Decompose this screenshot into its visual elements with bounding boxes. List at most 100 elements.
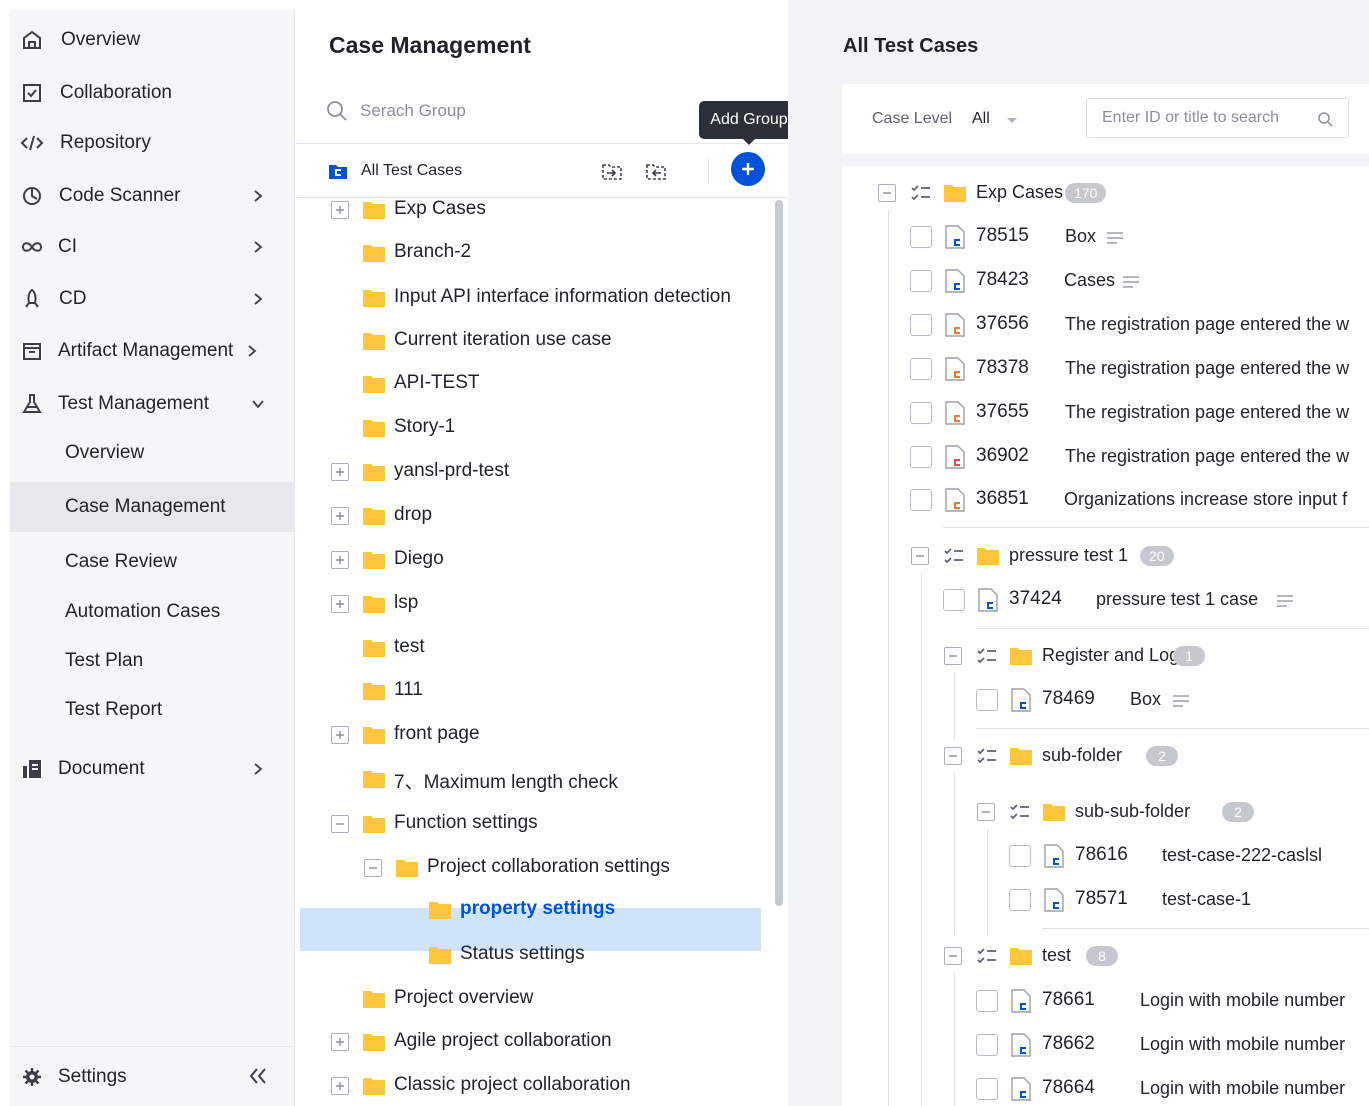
tree-node[interactable]: test bbox=[296, 628, 766, 668]
collapse-icon[interactable] bbox=[331, 815, 349, 833]
expand-icon[interactable] bbox=[331, 1033, 349, 1051]
tree-node[interactable]: Classic project collaboration bbox=[296, 1066, 766, 1106]
tree-node[interactable]: 111 bbox=[296, 671, 766, 711]
sidebar-item-test-management[interactable]: Test Management bbox=[10, 382, 295, 426]
group-name[interactable]: Register and Login bbox=[1042, 645, 1193, 666]
case-checkbox[interactable] bbox=[910, 402, 932, 424]
case-title[interactable]: Login with mobile number bbox=[1140, 1034, 1345, 1055]
collapse-sidebar-icon[interactable] bbox=[248, 1064, 268, 1088]
expand-icon[interactable] bbox=[331, 595, 349, 613]
case-title[interactable]: Box bbox=[1130, 689, 1161, 710]
collapse-icon[interactable] bbox=[911, 547, 929, 565]
tree-node[interactable]: drop bbox=[296, 496, 766, 536]
case-title[interactable]: Login with mobile number bbox=[1140, 1078, 1345, 1099]
case-title[interactable]: The registration page entered the w bbox=[1065, 314, 1349, 335]
case-title[interactable]: The registration page entered the w bbox=[1065, 402, 1349, 423]
case-checkbox[interactable] bbox=[910, 489, 932, 511]
sidebar-item-cd[interactable]: CD bbox=[10, 277, 295, 321]
case-checkbox[interactable] bbox=[910, 314, 932, 336]
case-id[interactable]: 78616 bbox=[1075, 844, 1128, 866]
case-checkbox[interactable] bbox=[910, 226, 932, 248]
case-level-select[interactable]: All bbox=[972, 104, 1032, 134]
case-title[interactable]: pressure test 1 case bbox=[1096, 589, 1258, 610]
collapse-icon[interactable] bbox=[878, 184, 896, 202]
export-group-icon[interactable] bbox=[644, 159, 668, 183]
case-checkbox[interactable] bbox=[976, 1078, 998, 1100]
case-id[interactable]: 37655 bbox=[976, 401, 1029, 423]
case-checkbox[interactable] bbox=[976, 990, 998, 1012]
tree-node[interactable]: Exp Cases bbox=[296, 190, 766, 230]
tree-node[interactable]: front page bbox=[296, 715, 766, 755]
sidebar-subitem-overview[interactable]: Overview bbox=[10, 428, 295, 478]
tree-node[interactable]: Project collaboration settings bbox=[296, 848, 766, 888]
tree-scrollbar[interactable] bbox=[775, 200, 783, 906]
case-id[interactable]: 78571 bbox=[1075, 888, 1128, 910]
case-title[interactable]: Organizations increase store input f bbox=[1064, 489, 1347, 510]
case-id[interactable]: 36851 bbox=[976, 488, 1029, 510]
expand-icon[interactable] bbox=[331, 463, 349, 481]
case-checkbox[interactable] bbox=[910, 446, 932, 468]
case-title[interactable]: Cases bbox=[1064, 270, 1115, 291]
sidebar-item-document[interactable]: Document bbox=[10, 747, 295, 791]
case-id[interactable]: 78664 bbox=[1042, 1077, 1095, 1099]
tree-node[interactable]: property settings bbox=[296, 890, 766, 930]
case-id[interactable]: 78661 bbox=[1042, 989, 1095, 1011]
sidebar-subitem-automation-cases[interactable]: Automation Cases bbox=[10, 587, 295, 637]
detail-lines-icon[interactable] bbox=[1172, 694, 1190, 708]
sidebar-item-code-scanner[interactable]: Code Scanner bbox=[10, 174, 295, 218]
case-checkbox[interactable] bbox=[910, 270, 932, 292]
group-search-input[interactable]: Serach Group bbox=[326, 96, 746, 126]
case-title[interactable]: The registration page entered the w bbox=[1065, 358, 1349, 379]
collapse-icon[interactable] bbox=[944, 647, 962, 665]
collapse-icon[interactable] bbox=[944, 947, 962, 965]
case-id[interactable]: 78515 bbox=[976, 225, 1029, 247]
group-name[interactable]: sub-folder bbox=[1042, 745, 1122, 766]
case-checkbox[interactable] bbox=[1009, 889, 1031, 911]
collapse-icon[interactable] bbox=[364, 859, 382, 877]
case-checkbox[interactable] bbox=[976, 1034, 998, 1056]
expand-icon[interactable] bbox=[331, 1077, 349, 1095]
case-checkbox[interactable] bbox=[1009, 845, 1031, 867]
expand-icon[interactable] bbox=[331, 507, 349, 525]
case-title[interactable]: test-case-222-caslsl bbox=[1162, 845, 1322, 866]
collapse-icon[interactable] bbox=[977, 803, 995, 821]
sidebar-subitem-test-report[interactable]: Test Report bbox=[10, 685, 295, 735]
case-id[interactable]: 36902 bbox=[976, 445, 1029, 467]
case-id[interactable]: 37424 bbox=[1009, 588, 1062, 610]
group-name[interactable]: sub-sub-folder bbox=[1075, 801, 1190, 822]
case-title[interactable]: test-case-1 bbox=[1162, 889, 1251, 910]
case-id[interactable]: 78469 bbox=[1042, 688, 1095, 710]
detail-lines-icon[interactable] bbox=[1106, 231, 1124, 245]
case-checkbox[interactable] bbox=[910, 358, 932, 380]
collapse-icon[interactable] bbox=[944, 747, 962, 765]
case-title[interactable]: The registration page entered the w bbox=[1065, 446, 1349, 467]
case-title[interactable]: Login with mobile number bbox=[1140, 990, 1345, 1011]
tree-node[interactable]: Status settings bbox=[296, 935, 766, 975]
case-id[interactable]: 37656 bbox=[976, 313, 1029, 335]
tree-node[interactable]: Input API interface information detectio… bbox=[296, 278, 766, 318]
tree-node[interactable]: Project overview bbox=[296, 979, 766, 1019]
expand-icon[interactable] bbox=[331, 726, 349, 744]
case-id[interactable]: 78423 bbox=[976, 269, 1029, 291]
expand-icon[interactable] bbox=[331, 201, 349, 219]
tree-node[interactable]: API-TEST bbox=[296, 364, 766, 404]
sidebar-item-repository[interactable]: Repository bbox=[10, 121, 295, 165]
tree-node[interactable]: Branch-2 bbox=[296, 233, 766, 273]
sidebar-item-artifact-management[interactable]: Artifact Management bbox=[10, 329, 295, 373]
case-title[interactable]: Box bbox=[1065, 226, 1096, 247]
case-id[interactable]: 78662 bbox=[1042, 1033, 1095, 1055]
tree-node[interactable]: lsp bbox=[296, 584, 766, 624]
case-checkbox[interactable] bbox=[976, 689, 998, 711]
tree-node[interactable]: Story-1 bbox=[296, 408, 766, 448]
group-name[interactable]: pressure test 1 bbox=[1009, 545, 1128, 566]
sidebar-item-ci[interactable]: CI bbox=[10, 225, 295, 269]
tree-node[interactable]: Diego bbox=[296, 540, 766, 580]
detail-lines-icon[interactable] bbox=[1122, 275, 1140, 289]
group-name[interactable]: test bbox=[1042, 945, 1071, 966]
add-group-button[interactable] bbox=[731, 152, 765, 186]
group-name[interactable]: Exp Cases bbox=[976, 182, 1063, 203]
case-search-input[interactable]: Enter ID or title to search bbox=[1086, 98, 1349, 138]
tree-node[interactable]: Agile project collaboration bbox=[296, 1022, 766, 1062]
tree-node[interactable]: Function settings bbox=[296, 804, 766, 844]
case-id[interactable]: 78378 bbox=[976, 357, 1029, 379]
